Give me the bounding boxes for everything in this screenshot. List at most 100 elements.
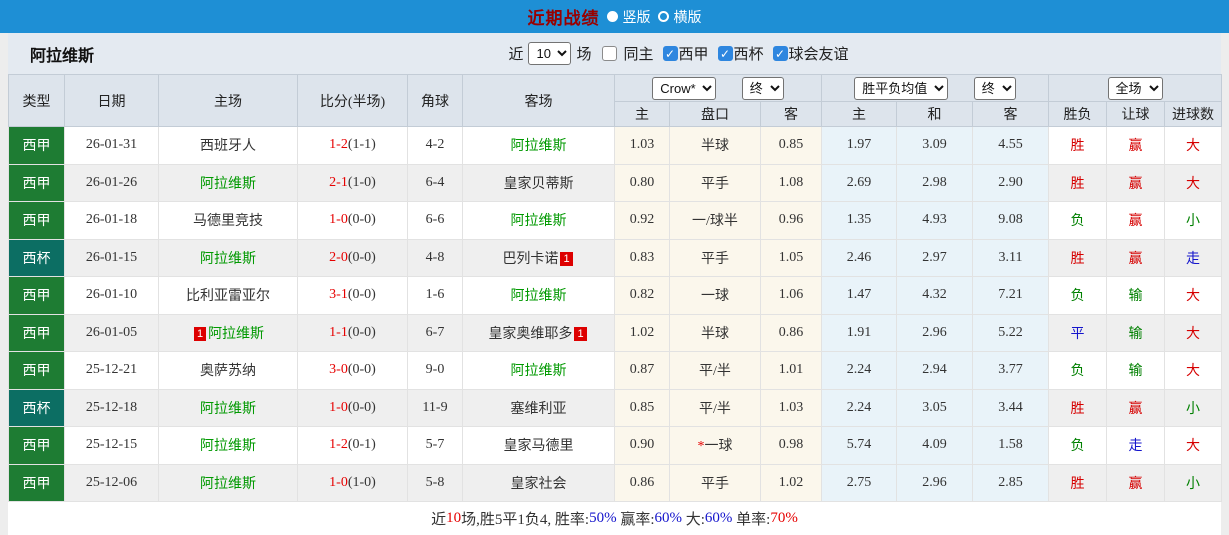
corner-score: 4-2 bbox=[407, 126, 463, 165]
checkbox-friendly[interactable]: ✓ 球会友谊 bbox=[772, 43, 849, 64]
result-handicap: 输 bbox=[1106, 313, 1165, 352]
result-handicap: 输 bbox=[1106, 276, 1165, 315]
halftime-score: (1-1) bbox=[347, 137, 376, 153]
away-team-name: 阿拉维斯 bbox=[510, 364, 567, 380]
handicap-line: 平手 bbox=[669, 463, 761, 502]
summary-segment: 70% bbox=[770, 510, 798, 526]
home-team-cell: 1 阿拉维斯 bbox=[158, 313, 298, 352]
handicap-odds-away: 0.85 bbox=[760, 126, 822, 165]
bookmaker-select[interactable]: Crow* bbox=[652, 76, 717, 100]
handicap-text: 一球 bbox=[704, 439, 733, 455]
fulltime-score: 1-2 bbox=[329, 437, 348, 453]
avg-odds-away: 7.21 bbox=[972, 276, 1049, 315]
result-goals: 小 bbox=[1164, 388, 1222, 427]
avg-odds-away: 4.55 bbox=[972, 126, 1049, 165]
avg-odds-draw: 4.32 bbox=[896, 276, 973, 315]
away-team-name: 阿拉维斯 bbox=[510, 289, 567, 305]
away-team-name: 皇家马德里 bbox=[503, 439, 574, 455]
checkbox-checked-icon[interactable]: ✓ bbox=[772, 46, 788, 61]
col-header-type: 类型 bbox=[8, 74, 65, 127]
match-date: 26-01-18 bbox=[64, 201, 159, 240]
avg-odds-away: 2.90 bbox=[972, 163, 1049, 202]
match-date: 26-01-10 bbox=[64, 276, 159, 315]
radio-horizontal-layout[interactable]: 横版 bbox=[657, 7, 702, 27]
handicap-odds-away: 1.06 bbox=[760, 276, 822, 315]
handicap-odds-away: 1.01 bbox=[760, 351, 822, 390]
handicap-odds-away: 0.96 bbox=[760, 201, 822, 240]
handicap-text: 一/球半 bbox=[692, 214, 738, 230]
score-cell: 1-2(0-1) bbox=[297, 426, 408, 465]
avg-odds-home: 1.97 bbox=[821, 126, 897, 165]
handicap-odds-home: 1.03 bbox=[614, 126, 670, 165]
avg-odds-away: 2.85 bbox=[972, 463, 1049, 502]
avg-odds-away: 3.44 bbox=[972, 388, 1049, 427]
handicap-line: 平/半 bbox=[669, 351, 761, 390]
league-type-badge: 西甲 bbox=[8, 463, 65, 502]
full-match-select[interactable]: 全场 bbox=[1107, 76, 1163, 100]
halftime-score: (1-0) bbox=[347, 174, 376, 190]
avg-odds-home: 2.75 bbox=[821, 463, 897, 502]
fulltime-score: 1-1 bbox=[329, 324, 348, 340]
checkbox-label: 西杯 bbox=[733, 47, 764, 63]
home-team-name: 阿拉维斯 bbox=[200, 176, 256, 192]
handicap-star: * bbox=[697, 439, 705, 455]
avg-odds-home: 5.74 bbox=[821, 426, 897, 465]
avg-odds-away: 3.11 bbox=[972, 238, 1049, 277]
avg-odds-group-header: 胜平负均值 终 bbox=[821, 74, 1049, 102]
col-header-home: 主场 bbox=[158, 74, 298, 127]
match-row: 西甲 25-12-15 阿拉维斯 1-2(0-1) 5-7 皇家马德里 0.90 *一球 0.9… bbox=[8, 426, 1222, 465]
radio-selected-icon[interactable] bbox=[606, 11, 618, 22]
result-handicap: 赢 bbox=[1106, 238, 1165, 277]
match-row: 西甲 26-01-18 马德里竞技 1-0(0-0) 6-6 阿拉维斯 0.92 一/球半 0.… bbox=[8, 201, 1222, 240]
checkbox-checked-icon[interactable]: ✓ bbox=[662, 46, 678, 61]
away-team-cell: 皇家贝蒂斯 bbox=[462, 163, 615, 202]
checkbox-cup[interactable]: ✓ 西杯 bbox=[717, 43, 764, 64]
league-type-badge: 西甲 bbox=[8, 313, 65, 352]
score-cell: 2-1(1-0) bbox=[297, 163, 408, 202]
radio-unselected-icon[interactable] bbox=[657, 11, 669, 22]
home-team-cell: 阿拉维斯 bbox=[158, 426, 298, 465]
corner-score: 4-8 bbox=[407, 238, 463, 277]
home-team-cell: 西班牙人 bbox=[158, 126, 298, 165]
halftime-score: (0-0) bbox=[347, 362, 376, 378]
score-cell: 2-0(0-0) bbox=[297, 238, 408, 277]
avg-odds-away: 5.22 bbox=[972, 313, 1049, 352]
result-outcome: 负 bbox=[1048, 351, 1107, 390]
result-goals: 大 bbox=[1164, 163, 1222, 202]
checkbox-league[interactable]: ✓ 西甲 bbox=[662, 43, 709, 64]
subcol-handicap-result: 让球 bbox=[1106, 101, 1165, 127]
odds-time-select[interactable]: 终 bbox=[741, 76, 784, 100]
handicap-line: 一球 bbox=[669, 276, 761, 315]
red-card-badge: 1 bbox=[574, 326, 587, 341]
fulltime-score: 3-1 bbox=[329, 287, 348, 303]
summary-segment: 场,胜5平1负4, 胜率: bbox=[461, 512, 590, 528]
handicap-line: 一/球半 bbox=[669, 201, 761, 240]
avg-odds-away: 9.08 bbox=[972, 201, 1049, 240]
match-count-select[interactable]: 10 bbox=[528, 42, 572, 65]
result-handicap: 赢 bbox=[1106, 463, 1165, 502]
result-goals: 小 bbox=[1164, 463, 1222, 502]
corner-score: 5-7 bbox=[407, 426, 463, 465]
result-outcome: 负 bbox=[1048, 201, 1107, 240]
away-team-cell: 塞维利亚 bbox=[462, 388, 615, 427]
match-date: 26-01-05 bbox=[64, 313, 159, 352]
result-handicap: 赢 bbox=[1106, 126, 1165, 165]
result-outcome: 胜 bbox=[1048, 126, 1107, 165]
score-cell: 1-1(0-0) bbox=[297, 313, 408, 352]
checkbox-same-home[interactable]: 同主 bbox=[602, 43, 654, 64]
subcol-outcome: 胜负 bbox=[1048, 101, 1107, 127]
avg-odds-select[interactable]: 胜平负均值 bbox=[854, 76, 949, 100]
checkbox-checked-icon[interactable]: ✓ bbox=[717, 46, 733, 61]
avg-time-select[interactable]: 终 bbox=[973, 76, 1016, 100]
corner-score: 5-8 bbox=[407, 463, 463, 502]
home-team-cell: 马德里竞技 bbox=[158, 201, 298, 240]
subcol-avg-away: 客 bbox=[972, 101, 1049, 127]
avg-odds-home: 2.24 bbox=[821, 351, 897, 390]
checkbox-unchecked-icon[interactable] bbox=[602, 46, 618, 61]
handicap-text: 平/半 bbox=[699, 364, 731, 380]
avg-odds-draw: 4.09 bbox=[896, 426, 973, 465]
away-team-cell: 皇家马德里 bbox=[462, 426, 615, 465]
handicap-odds-home: 0.86 bbox=[614, 463, 670, 502]
score-cell: 1-0(1-0) bbox=[297, 463, 408, 502]
radio-vertical-layout[interactable]: 竖版 bbox=[606, 7, 651, 27]
